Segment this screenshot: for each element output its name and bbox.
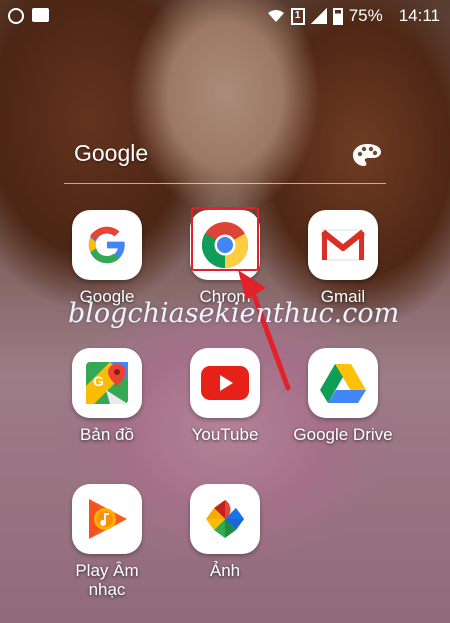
wifi-icon bbox=[267, 10, 284, 22]
app-label: Google Drive bbox=[293, 425, 393, 444]
battery-icon bbox=[332, 7, 343, 25]
gmail-icon bbox=[308, 210, 378, 280]
app-label: YouTube bbox=[191, 425, 259, 444]
play-music-icon bbox=[72, 484, 142, 554]
app-maps[interactable]: G Bản đồ bbox=[47, 348, 167, 444]
folder-divider bbox=[64, 183, 386, 184]
signal-icon bbox=[310, 8, 327, 24]
sim-icon: 1 bbox=[290, 7, 305, 25]
app-play-music[interactable]: Play Âm nhạc bbox=[47, 484, 167, 599]
app-google[interactable]: Google bbox=[47, 210, 167, 306]
folder-title[interactable]: Google bbox=[74, 140, 148, 167]
app-label: Ảnh bbox=[209, 561, 241, 580]
drive-icon bbox=[308, 348, 378, 418]
clock: 14:11 bbox=[398, 6, 440, 25]
app-photos[interactable]: Ảnh bbox=[165, 484, 285, 580]
google-g-icon bbox=[72, 210, 142, 280]
app-label: Play Âm nhạc bbox=[75, 561, 139, 599]
maps-icon: G bbox=[72, 348, 142, 418]
status-bar: 1 75% 14:11 bbox=[0, 0, 450, 34]
app-drive[interactable]: Google Drive bbox=[283, 348, 403, 444]
app-label: Bản đồ bbox=[80, 425, 134, 444]
app-gmail[interactable]: Gmail bbox=[283, 210, 403, 306]
palette-icon[interactable] bbox=[352, 143, 382, 167]
message-icon bbox=[32, 8, 49, 22]
svg-text:G: G bbox=[93, 373, 104, 389]
photos-icon bbox=[190, 484, 260, 554]
sync-icon bbox=[8, 8, 24, 24]
battery-percent: 75% bbox=[348, 6, 383, 25]
red-arrow-icon bbox=[238, 270, 291, 391]
watermark: blogchiasekienthuc.com bbox=[68, 298, 400, 329]
